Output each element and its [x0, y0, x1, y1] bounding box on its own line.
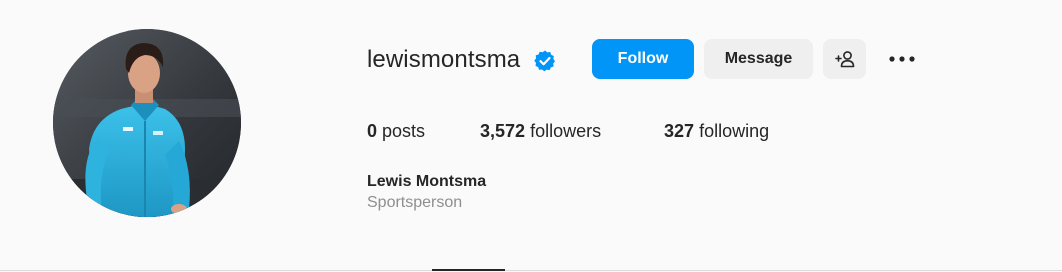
posts-count: 0: [367, 121, 378, 141]
followers-label: followers: [530, 121, 602, 141]
verified-badge-icon: [533, 49, 557, 73]
followers-count: 3,572: [480, 121, 526, 141]
active-tab-indicator: [432, 269, 505, 271]
divider: [0, 270, 1062, 271]
message-button-label: Message: [724, 50, 793, 67]
following-stat[interactable]: 327 following: [664, 119, 769, 143]
more-options-button[interactable]: [884, 44, 920, 74]
more-options-icon: [889, 56, 915, 62]
avatar[interactable]: [53, 29, 241, 217]
suggested-accounts-button[interactable]: [823, 39, 866, 79]
following-count: 327: [664, 121, 695, 141]
profile-header: lewismontsma Follow Message 0 posts 3,57…: [0, 0, 1062, 272]
message-button[interactable]: Message: [704, 39, 813, 79]
following-label: following: [699, 121, 770, 141]
category-label: Sportsperson: [367, 194, 463, 211]
username: lewismontsma: [367, 46, 521, 73]
add-person-icon: [834, 51, 854, 68]
follow-button[interactable]: Follow: [592, 39, 694, 79]
posts-label: posts: [382, 121, 426, 141]
followers-stat[interactable]: 3,572 followers: [480, 119, 601, 143]
follow-button-label: Follow: [617, 50, 669, 67]
posts-stat: 0 posts: [367, 119, 425, 143]
full-name: Lewis Montsma: [367, 173, 487, 190]
profile-photo: [53, 29, 241, 217]
